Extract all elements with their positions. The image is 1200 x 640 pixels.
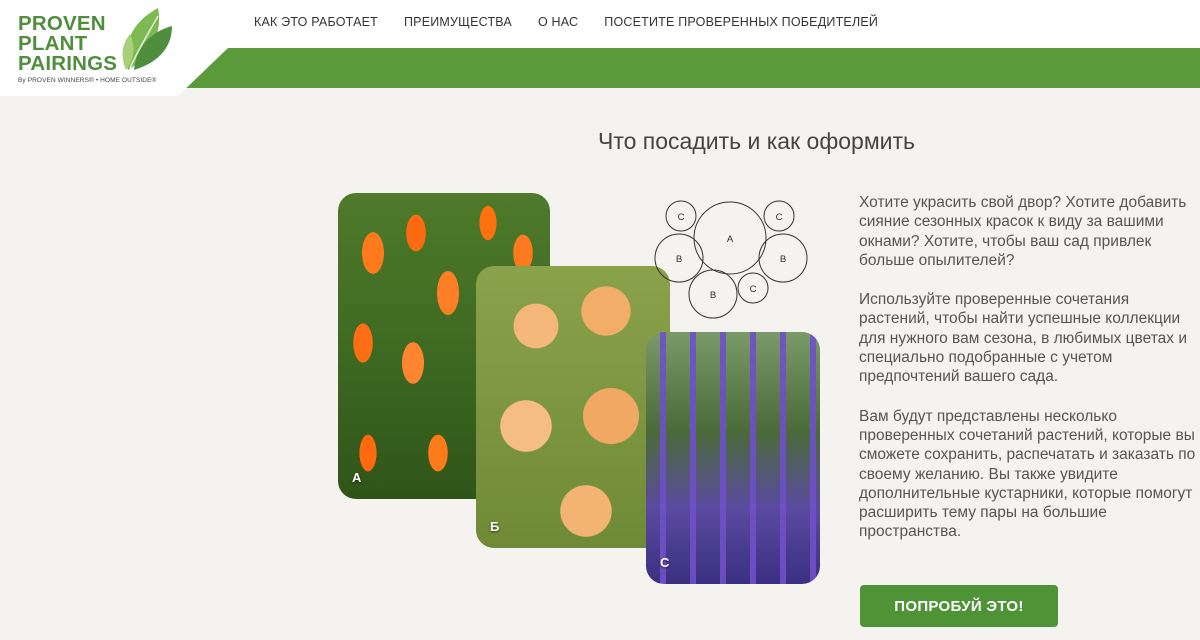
photo-label-b: Б (490, 519, 500, 534)
diagram-label-c-top-right: C (776, 212, 783, 223)
nav-about[interactable]: О НАС (538, 15, 578, 29)
intro-paragraph-2: Используйте проверенные сочетания растен… (859, 291, 1187, 386)
leaves-logo-icon (122, 8, 172, 70)
diagram-label-c-top-left: C (678, 212, 685, 223)
diagram-label-b-left: B (676, 254, 682, 265)
photo-label-c: С (660, 555, 670, 570)
page-title: Что посадить и как оформить (598, 128, 916, 154)
logo-byline: By PROVEN WINNERS® • HOME OUTSIDE® (18, 77, 157, 84)
logo-wordmark[interactable]: PROVEN PLANT PAIRINGS (18, 12, 118, 75)
photo-label-a: А (352, 470, 362, 485)
main-nav: КАК ЭТО РАБОТАЕТ ПРЕИМУЩЕСТВА О НАС ПОСЕ… (254, 15, 878, 29)
diagram-label-b-right: B (780, 254, 786, 265)
plant-photo-c: С (646, 332, 820, 584)
try-it-button[interactable]: ПОПРОБУЙ ЭТО! (860, 585, 1058, 627)
diagram-label-a: A (727, 234, 734, 245)
logo-line-3: PAIRINGS (18, 52, 118, 75)
planting-diagram: A B B B C C C (650, 196, 820, 324)
nav-visit-proven-winners[interactable]: ПОСЕТИТЕ ПРОВЕРЕННЫХ ПОБЕДИТЕЛЕЙ (604, 15, 878, 29)
nav-how-it-works[interactable]: КАК ЭТО РАБОТАЕТ (254, 15, 378, 29)
logo-line-1: PROVEN (18, 12, 106, 35)
intro-paragraph-3: Вам будут представлены несколько провере… (859, 407, 1196, 541)
intro-copy: Хотите украсить свой двор? Хотите добави… (859, 193, 1199, 562)
intro-paragraph-1: Хотите украсить свой двор? Хотите добави… (859, 194, 1187, 269)
nav-benefits[interactable]: ПРЕИМУЩЕСТВА (404, 15, 512, 29)
plant-photo-b: Б (476, 266, 670, 548)
diagram-label-b-bottom: B (710, 290, 716, 301)
diagram-label-c-bottom: C (750, 284, 757, 295)
logo-line-2: PLANT (18, 32, 88, 55)
